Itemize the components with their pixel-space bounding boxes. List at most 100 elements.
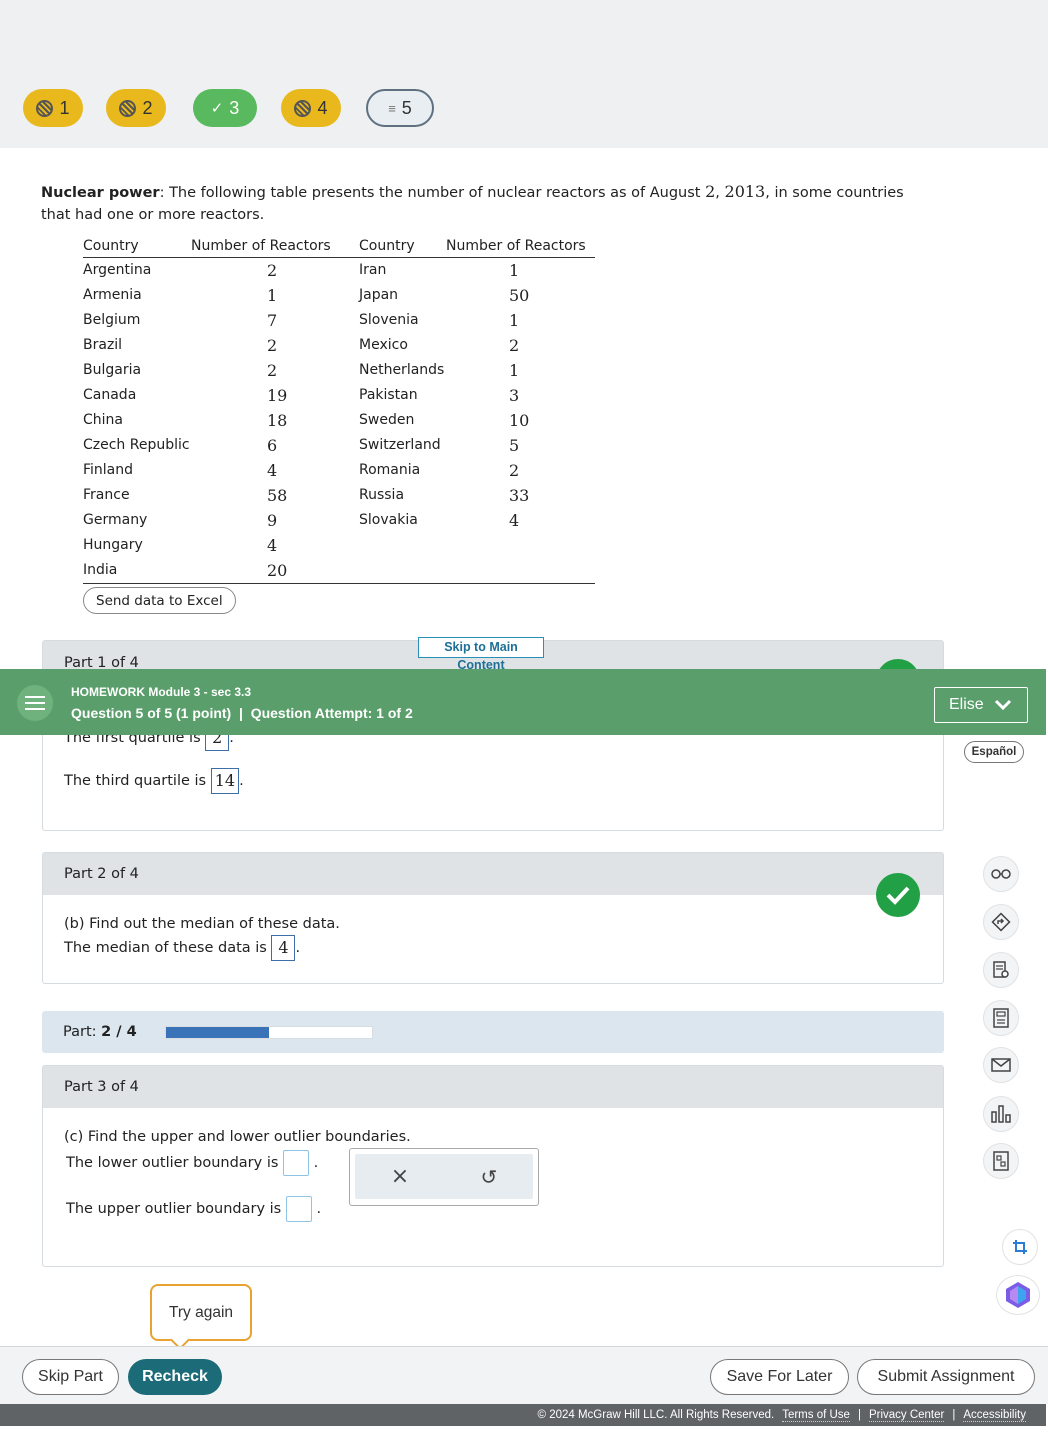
- reactor-count: 4: [509, 510, 520, 530]
- reactor-count: 2: [267, 260, 278, 280]
- reactor-count: 50: [509, 285, 530, 305]
- assignment-title: HOMEWORK Module 3 - sec 3.3: [71, 685, 252, 699]
- table-row: Brazil 2 Mexico 2: [83, 333, 595, 358]
- table-row: India 20: [83, 557, 595, 584]
- reactor-count: [446, 557, 595, 584]
- reactor-count: 9: [267, 510, 278, 530]
- check-icon: ✓: [210, 100, 224, 117]
- country-name: Japan: [359, 286, 399, 303]
- current-icon: ≡: [388, 100, 396, 116]
- send-to-excel-button[interactable]: Send data to Excel: [83, 587, 236, 614]
- country-name: Finland: [83, 461, 134, 478]
- lower-boundary-input[interactable]: [283, 1150, 310, 1176]
- reactor-count: 4: [267, 535, 278, 555]
- country-name: Sweden: [359, 411, 415, 428]
- question-pill-5[interactable]: ≡ 5: [366, 89, 434, 127]
- espanol-button[interactable]: Español: [964, 741, 1024, 763]
- country-name: Brazil: [83, 336, 123, 353]
- question-status: Question 5 of 5 (1 point) | Question Att…: [71, 705, 413, 721]
- part-2-prompt: (b) Find out the median of these data.: [64, 916, 340, 932]
- homework-header: HOMEWORK Module 3 - sec 3.3 Question 5 o…: [0, 669, 1046, 735]
- reactor-count: 1: [509, 360, 520, 380]
- gem-icon[interactable]: [996, 1275, 1040, 1315]
- clear-icon[interactable]: ×: [391, 1164, 409, 1189]
- third-quartile-line: The third quartile is 14.: [64, 768, 244, 794]
- reactor-count: 2: [509, 460, 520, 480]
- save-for-later-button[interactable]: Save For Later: [710, 1359, 849, 1395]
- question-text: Nuclear power: The following table prese…: [41, 182, 904, 223]
- table-row: Bulgaria 2 Netherlands 1: [83, 358, 595, 383]
- user-menu-button[interactable]: Elise: [934, 687, 1028, 723]
- reactor-count: 10: [509, 410, 530, 430]
- reactors-table: Country Number of Reactors Country Numbe…: [83, 236, 595, 584]
- question-pill-1[interactable]: 1: [23, 89, 83, 127]
- answer-tools-popup: × ↺: [349, 1148, 539, 1206]
- country-name: Netherlands: [359, 361, 445, 378]
- part-progress: Part: 2 / 4: [42, 1011, 944, 1053]
- reactor-count: 7: [267, 310, 278, 330]
- directions-icon[interactable]: [983, 904, 1019, 940]
- reactor-count: 6: [267, 435, 278, 455]
- country-name: Mexico: [359, 336, 408, 353]
- reactor-count: [446, 533, 595, 558]
- country-name: Slovakia: [359, 511, 418, 528]
- part-2-complete-icon: [876, 873, 920, 917]
- table-row: Armenia 1 Japan 50: [83, 283, 595, 308]
- try-again-tooltip: Try again: [150, 1284, 252, 1350]
- footer-bar: Skip Part Recheck Save For Later Submit …: [0, 1346, 1048, 1404]
- reactor-count: 1: [509, 260, 520, 280]
- reactor-count: 1: [267, 285, 278, 305]
- country-name: [359, 557, 446, 584]
- question-topic: Nuclear power: [41, 185, 160, 201]
- accessibility-link[interactable]: Accessibility: [963, 1409, 1026, 1422]
- country-name: Argentina: [83, 261, 152, 278]
- textbook-icon[interactable]: [983, 952, 1019, 988]
- undo-icon[interactable]: ↺: [481, 1165, 498, 1189]
- reactor-count: 18: [267, 410, 288, 430]
- question-pill-3[interactable]: ✓ 3: [193, 89, 257, 127]
- menu-icon[interactable]: [17, 685, 53, 721]
- question-nav-bar: 1 2 ✓ 3 4 ≡ 5: [0, 0, 1048, 148]
- formula-icon[interactable]: [983, 1143, 1019, 1179]
- part-2-header: Part 2 of 4: [43, 853, 943, 895]
- part-3-prompt: (c) Find the upper and lower outlier bou…: [64, 1129, 411, 1145]
- glasses-icon[interactable]: [983, 856, 1019, 892]
- table-row: Belgium 7 Slovenia 1: [83, 308, 595, 333]
- country-name: Armenia: [83, 286, 142, 303]
- table-row: Hungary 4: [83, 533, 595, 558]
- reactor-count: 33: [509, 485, 530, 505]
- question-pill-4[interactable]: 4: [281, 89, 341, 127]
- mail-icon[interactable]: [983, 1047, 1019, 1083]
- table-row: Czech Republic 6 Switzerland 5: [83, 433, 595, 458]
- terms-of-use-link[interactable]: Terms of Use: [782, 1409, 850, 1422]
- part-3-header: Part 3 of 4: [43, 1066, 943, 1108]
- progress-bar-fill: [166, 1027, 269, 1038]
- country-name: Switzerland: [359, 436, 441, 453]
- country-name: Pakistan: [359, 386, 418, 403]
- country-name: Slovenia: [359, 311, 419, 328]
- third-quartile-answer[interactable]: 14: [210, 768, 240, 794]
- crop-icon[interactable]: [1002, 1229, 1038, 1265]
- question-pill-2[interactable]: 2: [106, 89, 166, 127]
- reactor-count: 1: [509, 310, 520, 330]
- privacy-center-link[interactable]: Privacy Center: [868, 1409, 945, 1422]
- upper-boundary-input[interactable]: [285, 1196, 312, 1222]
- country-name: Belgium: [83, 311, 141, 328]
- median-answer[interactable]: 4: [271, 935, 296, 961]
- partial-icon: [294, 99, 312, 117]
- country-name: Germany: [83, 511, 148, 528]
- calculator-icon[interactable]: [983, 1000, 1019, 1036]
- country-name: China: [83, 411, 123, 428]
- submit-assignment-button[interactable]: Submit Assignment: [857, 1359, 1035, 1395]
- recheck-button[interactable]: Recheck: [128, 1359, 222, 1395]
- reactor-count: 4: [267, 460, 278, 480]
- country-name: France: [83, 486, 130, 503]
- table-header-row: Country Number of Reactors Country Numbe…: [83, 236, 595, 258]
- reactor-count: 20: [191, 557, 359, 584]
- table-row: Argentina 2 Iran 1: [83, 257, 595, 283]
- chart-icon[interactable]: [983, 1096, 1019, 1132]
- median-line: The median of these data is 4.: [64, 935, 943, 961]
- skip-part-button[interactable]: Skip Part: [22, 1359, 119, 1395]
- table-row: Canada 19 Pakistan 3: [83, 383, 595, 408]
- skip-to-main-content-link[interactable]: Skip to Main Content: [418, 637, 544, 672]
